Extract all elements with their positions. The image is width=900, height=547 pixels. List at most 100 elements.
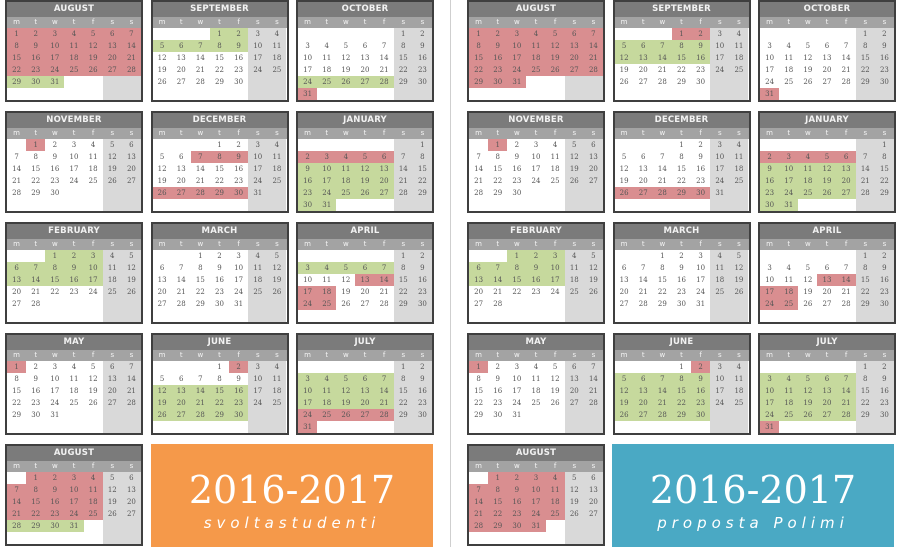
day-cell: 17 <box>248 385 268 397</box>
day-cell: 9 <box>412 373 432 385</box>
day-cell: 25 <box>248 286 268 298</box>
month-november: NOVEMBER m t w t f s s 1 2 3 4 5 6 7 8 9 10 11 12 13 14 15 16 17… <box>467 111 605 213</box>
day-cell: 30 <box>229 409 249 421</box>
day-cell: 28 <box>190 187 210 199</box>
empty-cell <box>760 310 779 322</box>
day-cell: 22 <box>393 397 413 409</box>
empty-cell <box>564 298 584 310</box>
weekday-label: s <box>420 351 425 359</box>
day-cell: 16 <box>215 276 224 284</box>
empty-cell <box>634 139 653 151</box>
day-cell: 19 <box>267 274 287 286</box>
empty-cell <box>375 199 394 211</box>
day-cell: 4 <box>248 250 268 262</box>
weekday-label: t <box>496 240 500 248</box>
day-cell: 6 <box>583 139 603 151</box>
empty-cell <box>153 199 172 211</box>
day-cell: 3 <box>710 139 730 151</box>
day-cell: 9 <box>236 375 241 383</box>
day-cell: 30 <box>26 76 46 88</box>
day-cell: 29 <box>393 76 413 88</box>
weekday-label: s <box>572 129 577 137</box>
day-cell: 15 <box>215 54 224 62</box>
empty-cell <box>121 298 141 310</box>
day-cell: 24 <box>696 288 706 296</box>
day-cell: 8 <box>855 262 875 274</box>
day-cell: 16 <box>874 385 894 397</box>
weekday-label: s <box>420 240 425 248</box>
empty-cell <box>526 298 545 310</box>
empty-cell <box>837 28 856 40</box>
day-grid: 1 2 3 4 5 6 7 8 9 10 11 12 13 14 15 16 17 18 19 20 21 22 23 24 2… <box>153 250 287 322</box>
empty-cell <box>248 88 268 100</box>
day-cell: 10 <box>765 54 775 62</box>
day-cell: 2 <box>698 141 703 149</box>
day-cell: 12 <box>550 375 560 383</box>
day-cell: 8 <box>393 40 413 52</box>
weekday-row: mtwtfss <box>614 128 749 139</box>
day-cell: 15 <box>469 52 489 64</box>
day-cell: 30 <box>488 76 508 88</box>
weekday-label: s <box>110 462 115 470</box>
day-cell: 12 <box>355 163 375 175</box>
day-cell: 6 <box>583 472 603 484</box>
day-cell: 20 <box>474 288 484 296</box>
day-cell: 7 <box>583 28 603 40</box>
day-cell: 2 <box>412 361 432 373</box>
weekday-label: t <box>363 129 367 137</box>
day-cell: 27 <box>817 409 837 421</box>
day-cell: 14 <box>855 163 875 175</box>
day-cell: 20 <box>121 163 141 175</box>
empty-cell <box>817 199 836 211</box>
day-cell: 22 <box>412 175 432 187</box>
empty-cell <box>84 298 103 310</box>
day-cell: 13 <box>102 40 122 52</box>
day-cell: 28 <box>583 64 603 76</box>
day-cell: 18 <box>779 397 799 409</box>
day-cell: 26 <box>355 187 375 199</box>
day-cell: 4 <box>545 472 565 484</box>
weekday-label: s <box>737 129 741 137</box>
day-cell: 11 <box>69 375 79 383</box>
day-cell: 10 <box>234 264 244 272</box>
day-cell: 7 <box>7 484 27 496</box>
weekday-label: w <box>51 351 58 359</box>
empty-cell <box>317 361 336 373</box>
day-cell: 21 <box>652 397 672 409</box>
weekday-label: f <box>553 351 557 359</box>
weekday-label: t <box>787 240 791 248</box>
empty-cell <box>375 361 394 373</box>
day-cell: 25 <box>526 64 546 76</box>
empty-cell <box>817 250 836 262</box>
day-cell: 18 <box>710 274 730 286</box>
day-cell: 24 <box>234 288 244 296</box>
day-cell: 9 <box>760 163 780 175</box>
empty-cell <box>210 421 229 433</box>
day-cell: 23 <box>234 66 244 74</box>
day-cell: 17 <box>710 52 730 64</box>
empty-cell <box>45 199 64 211</box>
day-cell: 29 <box>26 520 46 532</box>
day-cell: 18 <box>545 496 565 508</box>
day-cell: 14 <box>374 385 394 397</box>
day-cell: 24 <box>710 397 730 409</box>
day-cell: 29 <box>412 187 432 199</box>
month-title: AUGUST <box>469 2 603 17</box>
day-cell: 10 <box>69 153 79 161</box>
empty-cell <box>336 421 355 433</box>
day-cell: 22 <box>393 286 413 298</box>
day-cell: 31 <box>779 199 799 211</box>
month-title: NOVEMBER <box>469 113 603 128</box>
weekday-label: f <box>91 18 95 26</box>
month-april: APRIL m t w t f s s 1 2 3 4 5 6 7 8 9 10 11 12 13 14 15 16 17 18 1… <box>758 222 896 324</box>
banner-title: 2016-2017 <box>188 468 396 512</box>
empty-cell <box>102 310 122 322</box>
day-cell: 17 <box>710 163 730 175</box>
day-cell: 3 <box>71 141 77 149</box>
weekday-label: t <box>787 351 791 359</box>
day-cell: 19 <box>798 397 818 409</box>
day-cell: 20 <box>619 288 629 296</box>
day-cell: 7 <box>469 484 489 496</box>
day-cell: 7 <box>843 42 849 50</box>
day-cell: 21 <box>836 397 856 409</box>
